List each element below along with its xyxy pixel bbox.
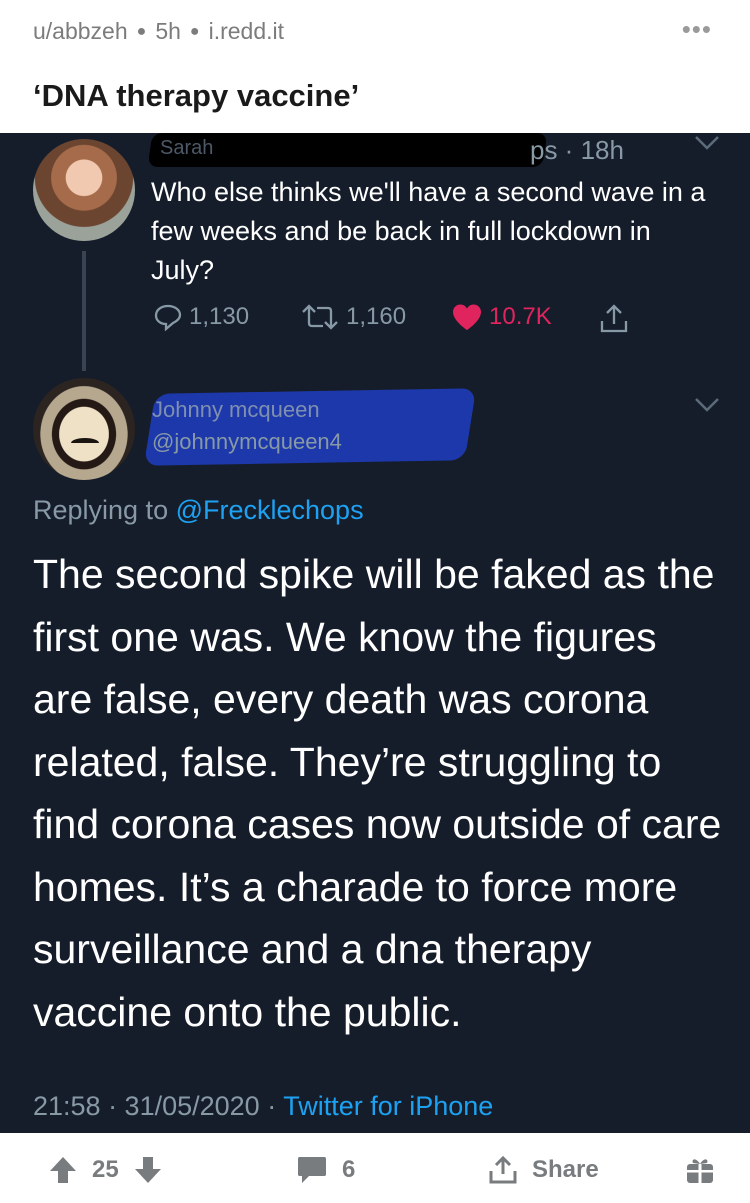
downvote-icon[interactable] [133,1155,163,1185]
mask-mustache [71,438,99,448]
tweet2-handle: @johnnymcqueen4 [152,429,342,454]
post-header: u/abbzeh ● 5h ● i.redd.it ••• ‘DNA thera… [0,0,750,133]
upload-icon [598,303,630,335]
gift-icon [685,1155,715,1185]
reply-stat: 1,130 [153,303,249,331]
reply-count: 1,130 [189,303,250,330]
comment-icon [296,1155,328,1185]
tweet1-time: ps · 18h [530,135,624,165]
tweet2-client[interactable]: Twitter for iPhone [283,1091,493,1121]
reply-icon [153,303,183,331]
tweet2-timestamp: 21:58 · 31/05/2020 · [33,1091,284,1121]
tweet1-text: Who else thinks we'll have a second wave… [151,177,706,285]
post-title: ‘DNA therapy vaccine’ [33,78,360,113]
retweet-icon [300,303,340,331]
replying-handle[interactable]: @Frecklechops [176,495,364,525]
comment-count: 6 [342,1156,356,1183]
avatar [33,378,135,480]
comments-button[interactable]: 6 [296,1155,355,1185]
share-icon [488,1155,518,1185]
replying-prefix: Replying to [33,495,176,525]
chevron-down-icon [694,135,720,151]
thread-line [82,251,86,371]
post-meta: u/abbzeh ● 5h ● i.redd.it [33,18,284,45]
retweet-stat: 1,160 [300,303,406,331]
like-count: 10.7K [489,303,552,330]
vote-count: 25 [92,1156,119,1183]
tweet2-footer: 21:58 · 31/05/2020 · Twitter for iPhone [33,1091,493,1122]
tweet-image[interactable]: Sarah ps · 18h Who else thinks we'll hav… [0,133,750,1133]
chevron-down-icon [694,397,720,413]
tweet2-author-name: Johnny mcqueen [152,397,320,422]
vote-controls: 25 [48,1155,163,1185]
tweet1-author-name: Sarah [160,137,214,159]
more-options-icon[interactable]: ••• [682,16,712,42]
post-source[interactable]: i.redd.it [209,18,284,45]
avatar [33,139,135,241]
tweet2-text: The second spike will be faked as the fi… [33,551,722,1035]
retweet-count: 1,160 [346,303,407,330]
separator-dot: ● [189,22,200,40]
like-stat: 10.7K [451,303,552,331]
separator-dot: ● [136,22,147,40]
upvote-icon[interactable] [48,1155,78,1185]
heart-icon [451,303,483,331]
post-author[interactable]: u/abbzeh [33,18,128,45]
share-button[interactable]: Share [488,1155,599,1185]
action-bar: 25 6 Share [0,1133,750,1203]
post-age: 5h [155,18,181,44]
replying-to: Replying to @Frecklechops [33,495,364,526]
share-label: Share [532,1156,599,1183]
award-button[interactable] [685,1155,715,1185]
share-stat [598,303,630,335]
